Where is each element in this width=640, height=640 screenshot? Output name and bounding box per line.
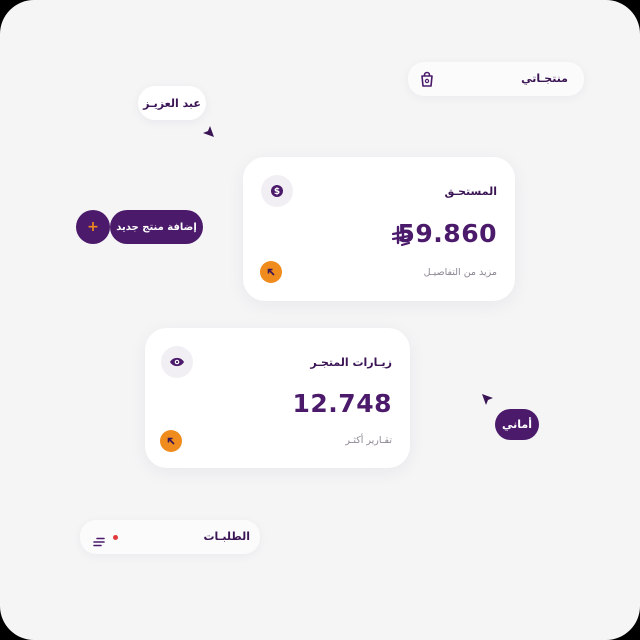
shopping-bag-icon [420, 71, 434, 91]
orders-label: الطلبـات [203, 530, 250, 543]
cursor-arrow-icon [202, 124, 216, 143]
user-name-bubble: عبد العزيـز [138, 86, 206, 120]
plus-icon: + [87, 219, 99, 235]
add-new-product-label: إضافة منتج جديد [116, 221, 197, 233]
app-canvas: منتجـاتي عبد العزيـز + إضافة منتج جديد $… [0, 0, 640, 640]
visits-open-button[interactable] [160, 430, 182, 452]
due-more-details-link[interactable]: مزيد من التفاصيـل [424, 267, 497, 278]
my-products-pill[interactable]: منتجـاتي [408, 62, 584, 96]
add-plus-button[interactable]: + [76, 210, 110, 244]
due-title: المستحـق [444, 185, 497, 198]
store-visits-card: زيـارات المتجـر 12.748 تقـارير أكثـر [145, 328, 410, 468]
dollar-coin-icon-wrap: $ [261, 175, 293, 207]
my-products-label: منتجـاتي [521, 72, 568, 85]
svg-text:$: $ [274, 187, 280, 197]
arrow-up-left-icon [167, 437, 175, 445]
menu-lines-icon [93, 532, 105, 551]
due-open-button[interactable] [260, 261, 282, 283]
cursor-arrow-icon [480, 391, 494, 410]
more-reports-link[interactable]: تقـارير أكثـر [345, 435, 392, 446]
due-amount: 59.860 [397, 219, 497, 248]
store-visits-title: زيـارات المتجـر [310, 356, 392, 369]
dollar-coin-icon: $ [271, 185, 283, 197]
eye-icon-wrap [161, 346, 193, 378]
arrow-up-left-icon [267, 268, 275, 276]
eye-icon [170, 357, 184, 367]
notification-dot [113, 535, 118, 540]
amani-label: أماني [502, 418, 532, 431]
riyal-symbol-icon [391, 224, 411, 251]
user-name-label: عبد العزيـز [143, 96, 201, 110]
orders-pill[interactable]: الطلبـات [80, 520, 260, 554]
store-visits-count: 12.748 [292, 389, 392, 418]
add-new-product-button[interactable]: إضافة منتج جديد [110, 210, 203, 244]
due-amount-card: $ المستحـق 59.860 مزيد من التفاصيـل [243, 157, 515, 301]
amani-bubble: أماني [495, 409, 539, 440]
